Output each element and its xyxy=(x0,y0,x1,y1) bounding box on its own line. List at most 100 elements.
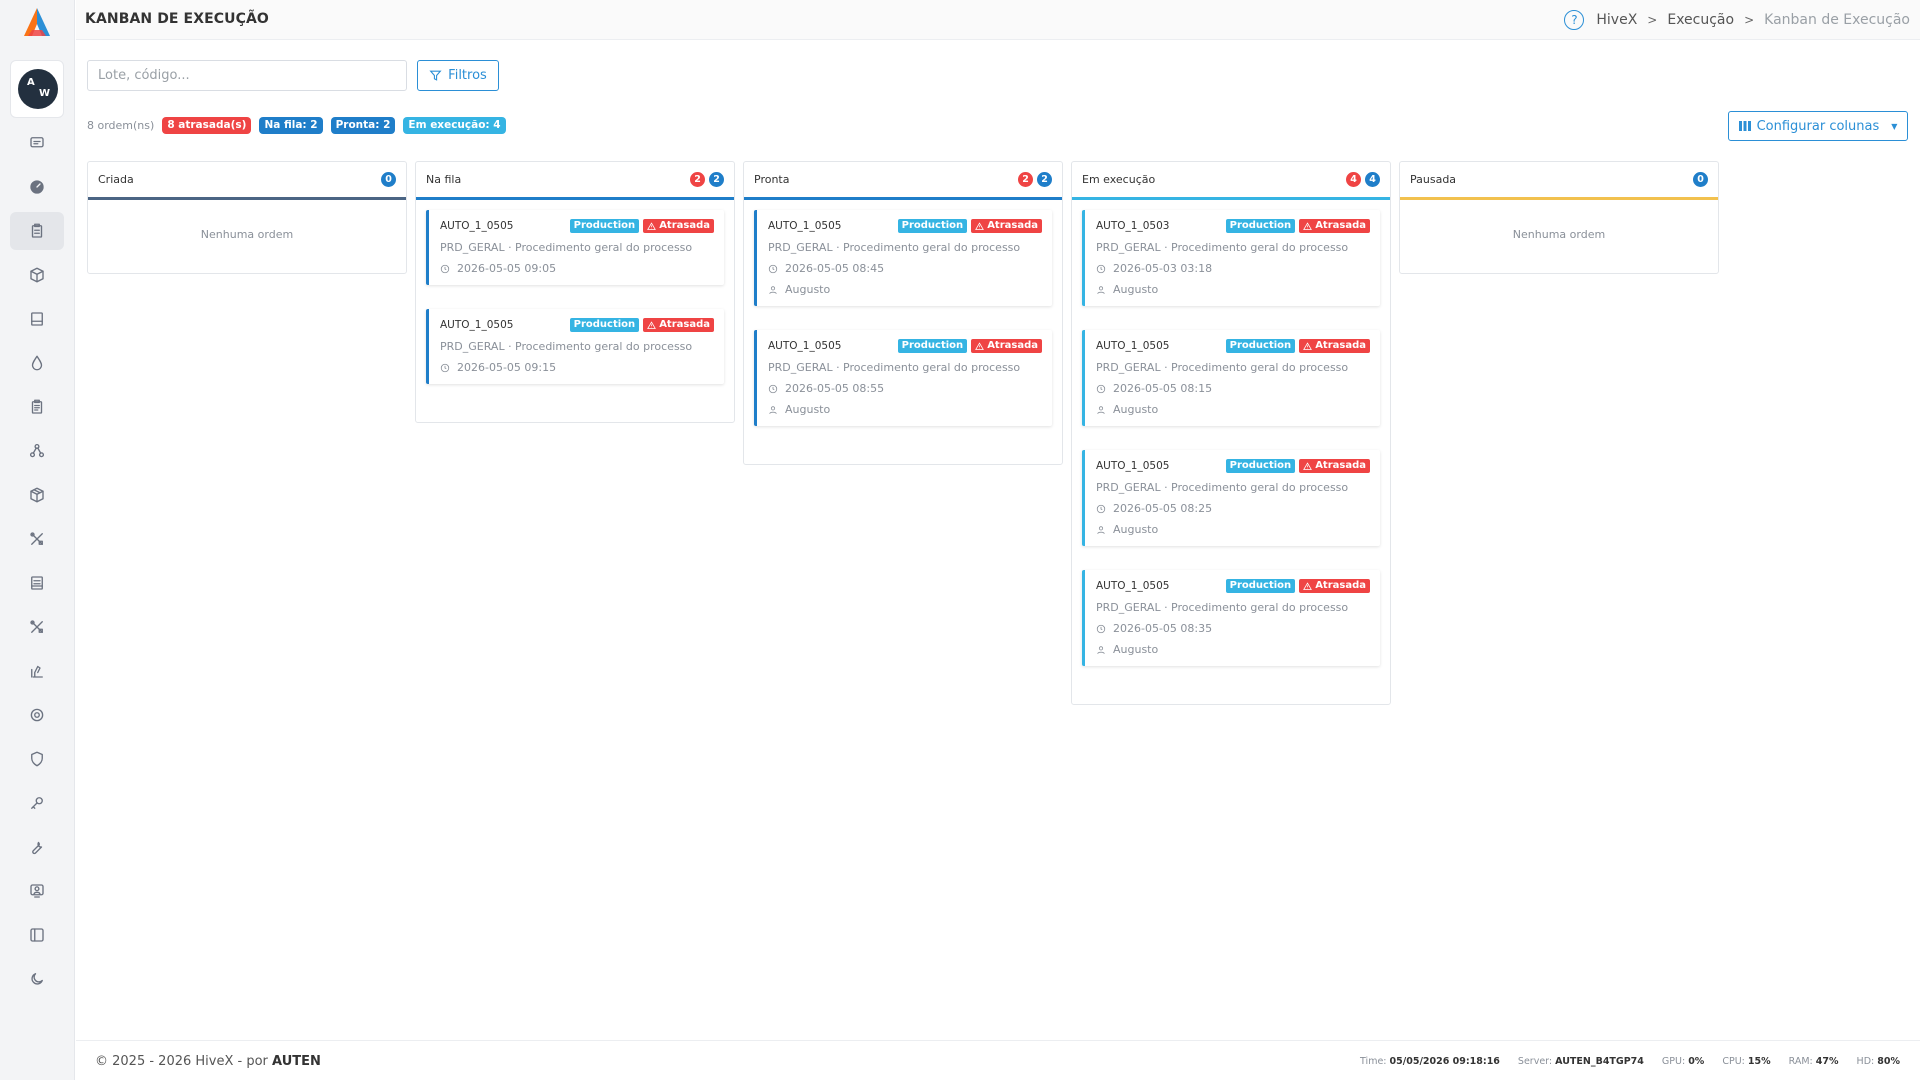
sidebar-item-droplet[interactable] xyxy=(10,344,64,382)
clock-icon xyxy=(1096,624,1106,633)
order-time: 2026-05-05 08:15 xyxy=(1096,382,1370,395)
late-status-badge: Atrasada xyxy=(971,219,1042,233)
sidebar-item-book[interactable] xyxy=(10,300,64,338)
warning-icon xyxy=(1303,341,1313,350)
late-status-badge: Atrasada xyxy=(1299,219,1370,233)
column-header: Criada 0 xyxy=(88,162,406,200)
sidebar-item-message[interactable] xyxy=(10,124,64,162)
user-icon xyxy=(769,405,777,414)
sidebar-panel-icon xyxy=(30,928,44,942)
sidebar-item-lab[interactable] xyxy=(10,652,64,690)
clock-icon xyxy=(440,264,450,273)
clock-icon xyxy=(1096,264,1106,273)
order-card[interactable]: AUTO_1_0505 Production Atrasada PRD_GERAL ·… xyxy=(754,210,1052,306)
sidebar-item-clipboard[interactable] xyxy=(10,212,64,250)
breadcrumb-item-current: Kanban de Execução xyxy=(1764,12,1910,28)
order-card[interactable]: AUTO_1_0505 Production Atrasada PRD_GERAL ·… xyxy=(426,210,724,285)
order-card[interactable]: AUTO_1_0505 Production Atrasada PRD_GERAL ·… xyxy=(754,330,1052,426)
column-title: Na fila xyxy=(426,173,462,186)
column-body: AUTO_1_0503 Production Atrasada PRD_GERAL ·… xyxy=(1072,200,1390,704)
order-time: 2026-05-05 08:45 xyxy=(768,262,1042,275)
column-title: Criada xyxy=(98,173,134,186)
order-operator: Augusto xyxy=(1096,283,1370,296)
sidebar-item-sidebar-panel[interactable] xyxy=(10,916,64,954)
total-count-badge: 4 xyxy=(1365,172,1380,187)
column-badges: 44 xyxy=(1346,172,1380,187)
order-code: AUTO_1_0505 xyxy=(768,340,842,352)
sidebar-item-moon[interactable] xyxy=(10,960,64,998)
order-time: 2026-05-05 09:05 xyxy=(440,262,714,275)
warning-icon xyxy=(1303,221,1313,230)
order-code: AUTO_1_0505 xyxy=(1096,340,1170,352)
sidebar-item-wrench[interactable] xyxy=(10,828,64,866)
clock-icon xyxy=(768,384,778,393)
column-badges: 22 xyxy=(690,172,724,187)
orders-summary: 8 ordem(ns) 8 atrasada(s) Na fila: 2 Pro… xyxy=(87,117,506,134)
order-card[interactable]: AUTO_1_0505 Production Atrasada PRD_GERAL ·… xyxy=(1082,450,1380,546)
filter-button[interactable]: Filtros xyxy=(417,60,499,91)
company-name[interactable]: AUTEN xyxy=(272,1054,321,1069)
type-badge: Production xyxy=(897,339,968,353)
order-operator: Augusto xyxy=(768,283,1042,296)
sidebar-item-document[interactable] xyxy=(10,564,64,602)
column-header: Na fila 2 2 xyxy=(416,162,734,200)
order-time: 2026-05-05 08:55 xyxy=(768,382,1042,395)
order-code: AUTO_1_0505 xyxy=(440,319,514,331)
sidebar-item-clipboard-list[interactable] xyxy=(10,388,64,426)
order-operator: Augusto xyxy=(1096,643,1370,656)
clock-icon xyxy=(440,363,450,372)
help-icon[interactable]: ? xyxy=(1564,10,1585,30)
search-input[interactable] xyxy=(87,60,407,91)
order-description: PRD_GERAL · Procedimento geral do proces… xyxy=(1096,361,1349,374)
key-icon xyxy=(31,797,43,809)
empty-column-message: Nenhuma ordem xyxy=(200,228,294,241)
status-ram: RAM: 47% xyxy=(1788,1056,1839,1067)
order-card[interactable]: AUTO_1_0503 Production Atrasada PRD_GERAL ·… xyxy=(1082,210,1380,306)
late-status-badge: Atrasada xyxy=(1299,339,1370,353)
topbar: KANBAN DE EXECUÇÃO ? HiveX > Execução > … xyxy=(76,0,1920,40)
sidebar-item-gauge[interactable] xyxy=(10,168,64,206)
sidebar-item-tools[interactable] xyxy=(10,520,64,558)
column-header: Pausada 0 xyxy=(1400,162,1718,200)
type-badge: Production xyxy=(569,318,640,332)
user-avatar-card[interactable]: A W xyxy=(10,60,64,118)
tools-icon xyxy=(30,532,43,545)
copyright: © 2025 - 2026 HiveX - por AUTEN xyxy=(95,1054,321,1069)
order-operator: Augusto xyxy=(768,403,1042,416)
chevron-right-icon: > xyxy=(1744,13,1755,27)
order-code: AUTO_1_0505 xyxy=(1096,460,1170,472)
order-operator: Augusto xyxy=(1096,523,1370,536)
configure-columns-button[interactable]: Configurar colunas ▼ xyxy=(1728,111,1908,141)
kanban-column: Criada 0 Nenhuma ordem xyxy=(87,161,407,274)
warning-icon xyxy=(975,341,985,350)
sidebar-item-shield[interactable] xyxy=(10,740,64,778)
hivex-logo[interactable] xyxy=(22,6,52,40)
sidebar-item-nodes[interactable] xyxy=(10,432,64,470)
kanban-column: Em execução 4 4 AUTO_1_0503 Production Atrasa… xyxy=(1071,161,1391,705)
column-body: AUTO_1_0505 Production Atrasada PRD_GERAL ·… xyxy=(416,200,734,422)
warning-icon xyxy=(1303,581,1313,590)
sidebar-item-box[interactable] xyxy=(10,256,64,294)
wrench-icon xyxy=(32,841,43,855)
user-icon xyxy=(1097,525,1105,534)
sidebar-item-tools[interactable] xyxy=(10,608,64,646)
order-card[interactable]: AUTO_1_0505 Production Atrasada PRD_GERAL ·… xyxy=(1082,330,1380,426)
clock-icon xyxy=(1096,384,1106,393)
breadcrumb-item-hivex[interactable]: HiveX xyxy=(1596,12,1637,28)
late-status-badge: Atrasada xyxy=(643,219,714,233)
order-card[interactable]: AUTO_1_0505 Production Atrasada PRD_GERAL ·… xyxy=(426,309,724,384)
late-status-badge: Atrasada xyxy=(1299,579,1370,593)
sidebar-item-key[interactable] xyxy=(10,784,64,822)
sidebar-item-package[interactable] xyxy=(10,476,64,514)
filter-icon xyxy=(429,70,442,81)
order-description: PRD_GERAL · Procedimento geral do proces… xyxy=(1096,241,1349,254)
sidebar-item-settings[interactable] xyxy=(10,696,64,734)
total-count-badge: 0 xyxy=(381,172,396,187)
order-description: PRD_GERAL · Procedimento geral do proces… xyxy=(440,241,693,254)
type-badge: Production xyxy=(1225,219,1296,233)
order-card[interactable]: AUTO_1_0505 Production Atrasada PRD_GERAL ·… xyxy=(1082,570,1380,666)
queue-badge: Na fila: 2 xyxy=(259,117,323,134)
breadcrumb-item-execucao[interactable]: Execução xyxy=(1667,12,1734,28)
sidebar-item-monitor-user[interactable] xyxy=(10,872,64,910)
lab-icon xyxy=(31,665,43,678)
